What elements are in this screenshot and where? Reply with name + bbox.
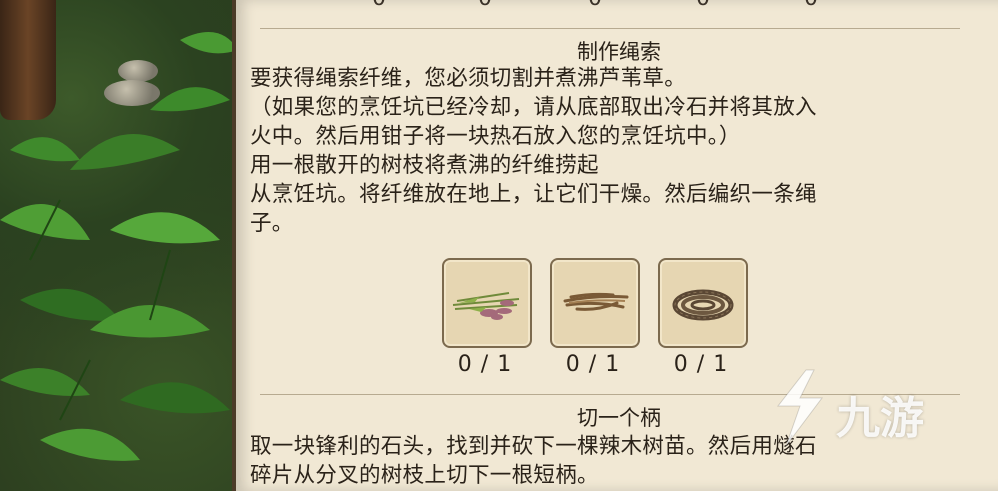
instruction-line: 子。 bbox=[250, 211, 294, 236]
counter: 0 bbox=[478, 0, 492, 11]
item-slot-fiber[interactable] bbox=[550, 258, 640, 348]
counter: 0 bbox=[696, 0, 710, 11]
instruction-line: （如果您的烹饪坑已经冷却，请从底部取出冷石并将其放入 bbox=[250, 95, 817, 120]
instruction-line: 要获得绳索纤维，您必须切割并煮沸芦苇草。 bbox=[250, 66, 687, 91]
watermark-text: 九游 bbox=[836, 393, 924, 444]
instruction-line: 碎片从分叉的树枝上切下一根短柄。 bbox=[250, 463, 599, 488]
item-count-reed-grass: 0 / 1 bbox=[457, 352, 513, 377]
rope-coil-icon bbox=[672, 289, 734, 321]
fiber-bundle-icon bbox=[563, 292, 629, 311]
game-world-view bbox=[0, 0, 238, 491]
instruction-line: 火中。然后用钳子将一块热石放入您的烹饪坑中。） bbox=[250, 124, 741, 149]
jungle-foliage bbox=[0, 32, 238, 461]
item-slot-reed-grass[interactable] bbox=[442, 258, 532, 348]
reed-grass-icon bbox=[452, 292, 520, 320]
watermark: 九游 bbox=[756, 362, 966, 452]
counter: 0 bbox=[588, 0, 602, 11]
counter: 0 bbox=[372, 0, 386, 11]
section-title-make-rope: 制作绳索 bbox=[577, 40, 661, 64]
item-count-fiber: 0 / 1 bbox=[565, 352, 621, 377]
divider bbox=[260, 28, 960, 29]
instruction-line: 用一根散开的树枝将煮沸的纤维捞起 bbox=[250, 153, 599, 178]
item-slot-rope[interactable] bbox=[658, 258, 748, 348]
jiuyou-logo-icon bbox=[776, 369, 823, 447]
counter: 0 bbox=[804, 0, 818, 11]
previous-recipe-counters: 0 0 0 0 0 bbox=[236, 0, 998, 11]
make-rope-instructions: 要获得绳索纤维，您必须切割并煮沸芦苇草。 （如果您的烹饪坑已经冷却，请从底部取出… bbox=[250, 64, 970, 238]
instruction-line: 从烹饪坑。将纤维放在地上，让它们干燥。然后编织一条绳 bbox=[250, 182, 817, 207]
item-count-rope: 0 / 1 bbox=[673, 352, 729, 377]
